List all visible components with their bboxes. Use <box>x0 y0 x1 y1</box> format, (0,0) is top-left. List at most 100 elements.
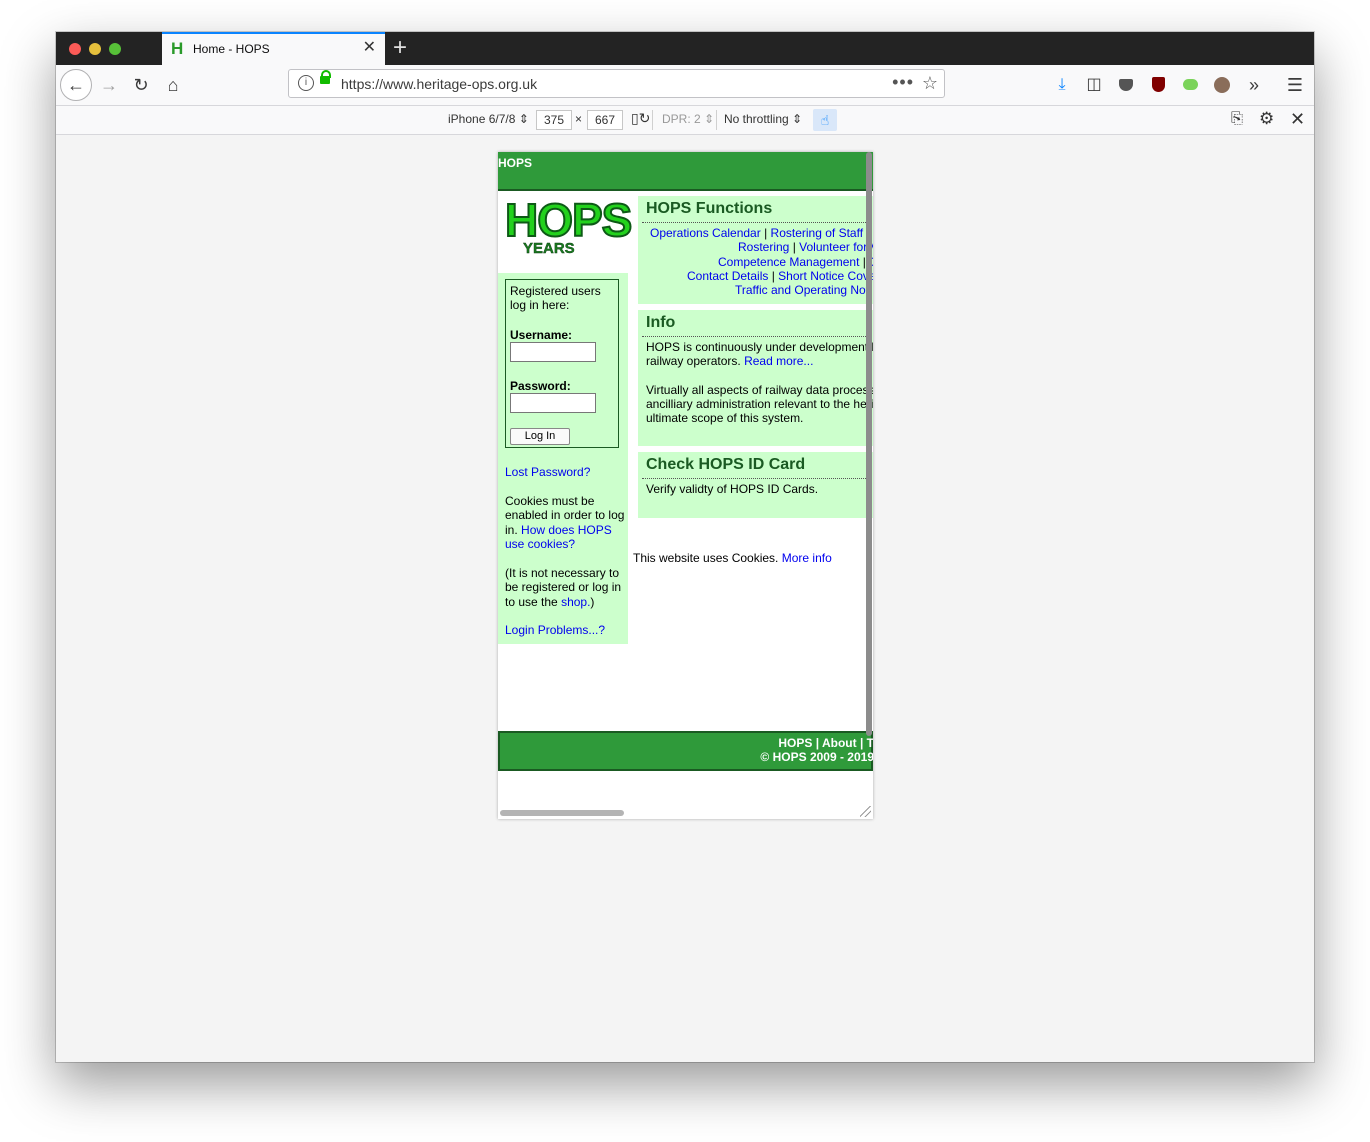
device-selector[interactable]: iPhone 6/7/8 ⇕ <box>448 112 529 126</box>
short-notice-cover-link[interactable]: Short Notice Cove <box>778 269 873 283</box>
username-field[interactable] <box>510 342 596 362</box>
operations-calendar-link[interactable]: Operations Calendar <box>650 226 761 240</box>
panel-divider <box>642 336 873 337</box>
info-line-3: Virtually all aspects of railway data pr… <box>646 383 873 397</box>
close-tab-icon[interactable]: ✕ <box>363 39 376 57</box>
touch-simulation-icon[interactable]: ☝ <box>813 109 837 131</box>
panel-divider <box>642 222 873 223</box>
functions-panel: HOPS Functions Operations Calendar | Ros… <box>638 196 873 304</box>
registration-note: (It is not necessary to be registered or… <box>505 566 625 609</box>
lock-icon <box>320 70 331 84</box>
login-problems-link[interactable]: Login Problems...? <box>505 623 625 637</box>
footer-about-link[interactable]: About <box>822 736 857 750</box>
volunteer-link[interactable]: Volunteer for V <box>799 240 873 254</box>
home-icon[interactable]: ⌂ <box>159 71 187 99</box>
forward-arrow-icon[interactable]: → <box>95 71 123 99</box>
ublock-icon[interactable] <box>1147 74 1169 96</box>
functions-line: Operations Calendar | Rostering of Staff… <box>650 226 873 240</box>
maximize-window-button[interactable] <box>109 43 121 55</box>
contact-details-link[interactable]: Contact Details <box>687 269 768 283</box>
rotate-icon[interactable]: ▯↻ <box>631 110 650 127</box>
password-field[interactable] <box>510 393 596 413</box>
download-icon[interactable]: ⤓ <box>1051 74 1073 96</box>
logo-sub-text: YEARS <box>523 240 575 257</box>
not-necessary-end: ) <box>590 594 595 609</box>
link-separator: | <box>789 240 800 254</box>
cookies-link[interactable]: How does HOPS use cookies? <box>505 523 612 551</box>
functions-line: Rostering | Volunteer for V <box>738 240 873 254</box>
functions-line: Contact Details | Short Notice Cove <box>687 269 873 283</box>
login-form: Registered users log in here: Username: … <box>505 279 619 448</box>
viewport-height-input[interactable]: 667 <box>587 110 623 130</box>
info-icon[interactable]: i <box>298 75 314 91</box>
id-card-title: Check HOPS ID Card <box>646 456 806 473</box>
login-button[interactable]: Log In <box>510 428 570 445</box>
tab-bar: H Home - HOPS ✕ + <box>56 32 1314 65</box>
footer-copyright: © HOPS 2009 - 2019 <box>760 750 873 764</box>
login-intro: Registered users log in here: <box>510 284 601 312</box>
rostering-of-staff-link[interactable]: Rostering of Staff <box>771 226 864 240</box>
dimension-separator: × <box>575 112 583 126</box>
cookie-notice-text: This website uses Cookies. <box>633 551 779 565</box>
url-bar[interactable]: i https://www.heritage-ops.org.uk ••• ☆ <box>288 69 945 98</box>
minimize-window-button[interactable] <box>89 43 101 55</box>
gear-icon[interactable]: ⚙ <box>1259 109 1274 129</box>
functions-line: Traffic and Operating Noti <box>735 283 872 297</box>
screenshot-icon[interactable]: ⎘ <box>1231 110 1243 127</box>
hamburger-menu-icon[interactable]: ☰ <box>1284 74 1306 96</box>
competence-management-link[interactable]: Competence Management <box>718 255 859 269</box>
responsive-design-toolbar: iPhone 6/7/8 ⇕ 375 × 667 ▯↻ DPR: 2 ⇕ No … <box>56 106 1314 135</box>
site-header-title[interactable]: HOPS <box>498 156 532 170</box>
link-separator: | <box>760 226 771 240</box>
tab-title: Home - HOPS <box>193 42 270 56</box>
avatar[interactable] <box>1211 74 1233 96</box>
dpr-selector[interactable]: DPR: 2 ⇕ <box>662 112 714 126</box>
traffic-operating-notices-link[interactable]: Traffic and Operating Noti <box>735 283 872 297</box>
toolbar-divider <box>716 110 717 130</box>
pocket-icon[interactable] <box>1115 74 1137 96</box>
device-viewport: HOPS HOPS YEARS Registered users log in … <box>498 152 873 819</box>
read-more-link[interactable]: Read more... <box>744 354 813 368</box>
logo-main-text: HOPS <box>504 194 633 246</box>
extension-icon[interactable] <box>1179 74 1201 96</box>
url-text[interactable]: https://www.heritage-ops.org.uk <box>341 75 537 93</box>
more-info-link[interactable]: More info <box>782 551 832 565</box>
sidebar-icon[interactable]: ◫ <box>1083 74 1105 96</box>
panel-divider <box>642 478 873 479</box>
toolbar-divider <box>652 110 653 130</box>
horizontal-scrollbar[interactable] <box>500 810 624 816</box>
back-arrow-icon[interactable]: ← <box>60 69 92 101</box>
close-icon[interactable]: ✕ <box>1290 109 1305 130</box>
verify-id-card-link[interactable]: Verify validty of HOPS ID Cards. <box>646 482 818 496</box>
footer-links: HOPS | About | T <box>778 736 873 750</box>
vertical-scrollbar[interactable] <box>866 152 872 736</box>
tab-home-hops[interactable]: H Home - HOPS ✕ <box>162 32 385 65</box>
viewport-width-input[interactable]: 375 <box>536 110 572 130</box>
link-separator: | <box>768 269 779 283</box>
bookmark-star-icon[interactable]: ☆ <box>922 72 938 94</box>
hops-favicon-icon: H <box>171 39 184 58</box>
info-line-2: railway operators. Read more... <box>646 354 813 368</box>
page-actions-icon[interactable]: ••• <box>892 72 914 92</box>
browser-window: H Home - HOPS ✕ + ← → ↻ ⌂ i https://www.… <box>56 32 1314 1062</box>
rostering-link[interactable]: Rostering <box>738 240 789 254</box>
footer-separator: | T <box>856 736 873 750</box>
info-title: Info <box>646 314 676 331</box>
new-tab-icon[interactable]: + <box>393 35 407 61</box>
site-footer: HOPS | About | T © HOPS 2009 - 2019 <box>498 731 873 771</box>
reload-icon[interactable]: ↻ <box>127 71 155 99</box>
info-line-1: HOPS is continuously under development l <box>646 340 873 354</box>
cookie-notice: This website uses Cookies. More info <box>633 551 832 565</box>
resize-handle-icon[interactable] <box>860 806 871 817</box>
shop-link[interactable]: shop. <box>561 595 590 609</box>
password-label: Password: <box>510 379 571 393</box>
lost-password-link[interactable]: Lost Password? <box>505 465 625 479</box>
nav-bar: ← → ↻ ⌂ i https://www.heritage-ops.org.u… <box>56 65 1314 106</box>
close-window-button[interactable] <box>69 43 81 55</box>
throttling-selector[interactable]: No throttling ⇕ <box>724 112 802 126</box>
left-column: Registered users log in here: Username: … <box>498 273 628 644</box>
footer-hops-link[interactable]: HOPS <box>778 736 812 750</box>
functions-title: HOPS Functions <box>646 200 773 217</box>
cookies-info: Cookies must be enabled in order to log … <box>505 494 625 551</box>
overflow-chevron-icon[interactable]: » <box>1243 74 1265 96</box>
